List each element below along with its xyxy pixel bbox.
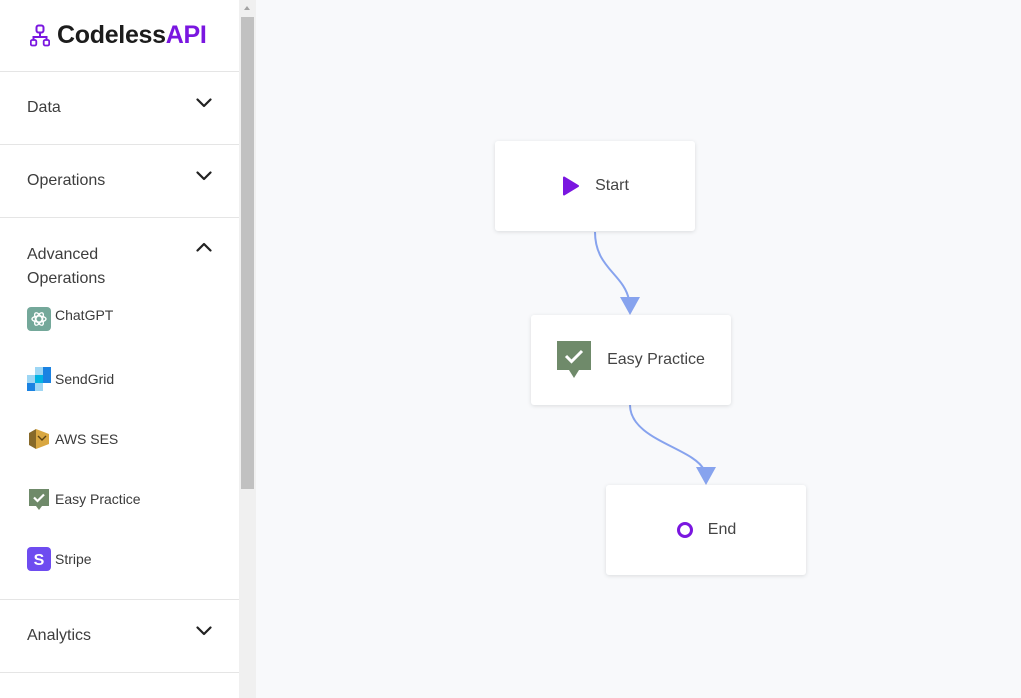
edge-easy-practice-to-end [629,404,705,471]
easy-practice-icon [29,489,49,510]
section-analytics-toggle[interactable]: Analytics [0,600,239,672]
operation-label: ChatGPT [55,307,114,323]
sidebar-scrollbar[interactable] [239,0,256,698]
chevron-up-icon [196,242,212,252]
section-label: Operations [27,172,106,189]
sitemap-icon [30,24,50,46]
flow-node-start[interactable]: Start [495,141,695,231]
section-data: Data [0,72,239,145]
brand-logo[interactable]: CodelessAPI [0,0,239,72]
easy-practice-icon [557,341,592,378]
node-label: Easy Practice [607,351,705,368]
scroll-thumb[interactable] [241,17,254,489]
play-icon [563,176,580,196]
section-advanced-operations: Advanced Operations ChatGPT SendGrid AWS… [0,218,239,600]
operation-label: AWS SES [55,431,119,447]
operation-aws-ses[interactable]: AWS SES [0,409,239,469]
svg-text:S: S [34,552,45,569]
operation-label: SendGrid [55,371,115,387]
section-operations: Operations [0,145,239,218]
chevron-down-icon [196,98,212,108]
arrow-head [696,467,716,485]
section-data-toggle[interactable]: Data [0,72,239,144]
flow-node-easy-practice[interactable]: Easy Practice [531,315,731,405]
section-label: Analytics [27,627,92,644]
section-advanced-operations-toggle[interactable]: Advanced Operations [0,218,239,307]
section-operations-toggle[interactable]: Operations [0,145,239,217]
node-label: End [707,521,737,538]
sidebar: CodelessAPI Data Operations Advanced Ope… [0,0,239,698]
operation-label: Easy Practice [55,491,141,507]
chatgpt-icon [27,307,51,331]
sendgrid-icon [27,367,51,391]
chevron-down-icon [196,171,212,181]
brand-name: CodelessAPI [57,21,207,49]
edge-start-to-easy-practice [594,231,630,301]
flow-node-end[interactable]: End [606,485,806,575]
operation-easy-practice[interactable]: Easy Practice [0,469,239,529]
arrow-head [620,297,640,315]
section-label: Data [27,99,61,116]
section-label: Advanced Operations [27,246,106,287]
flow-canvas[interactable]: Start Easy Practice End [256,0,1021,698]
node-label: Start [595,177,629,194]
section-analytics: Analytics [0,600,239,673]
chevron-down-icon [196,626,212,636]
aws-ses-icon [29,429,49,449]
advanced-operations-list: ChatGPT SendGrid AWS SES Easy Practice S… [0,307,239,599]
operation-sendgrid[interactable]: SendGrid [0,349,239,409]
operation-label: Stripe [55,551,92,567]
scroll-up-arrow[interactable] [239,0,256,17]
operation-chatgpt[interactable]: ChatGPT [0,307,239,349]
operation-stripe[interactable]: S Stripe [0,529,239,589]
end-circle-icon [676,522,693,538]
stripe-icon: S [27,547,51,571]
